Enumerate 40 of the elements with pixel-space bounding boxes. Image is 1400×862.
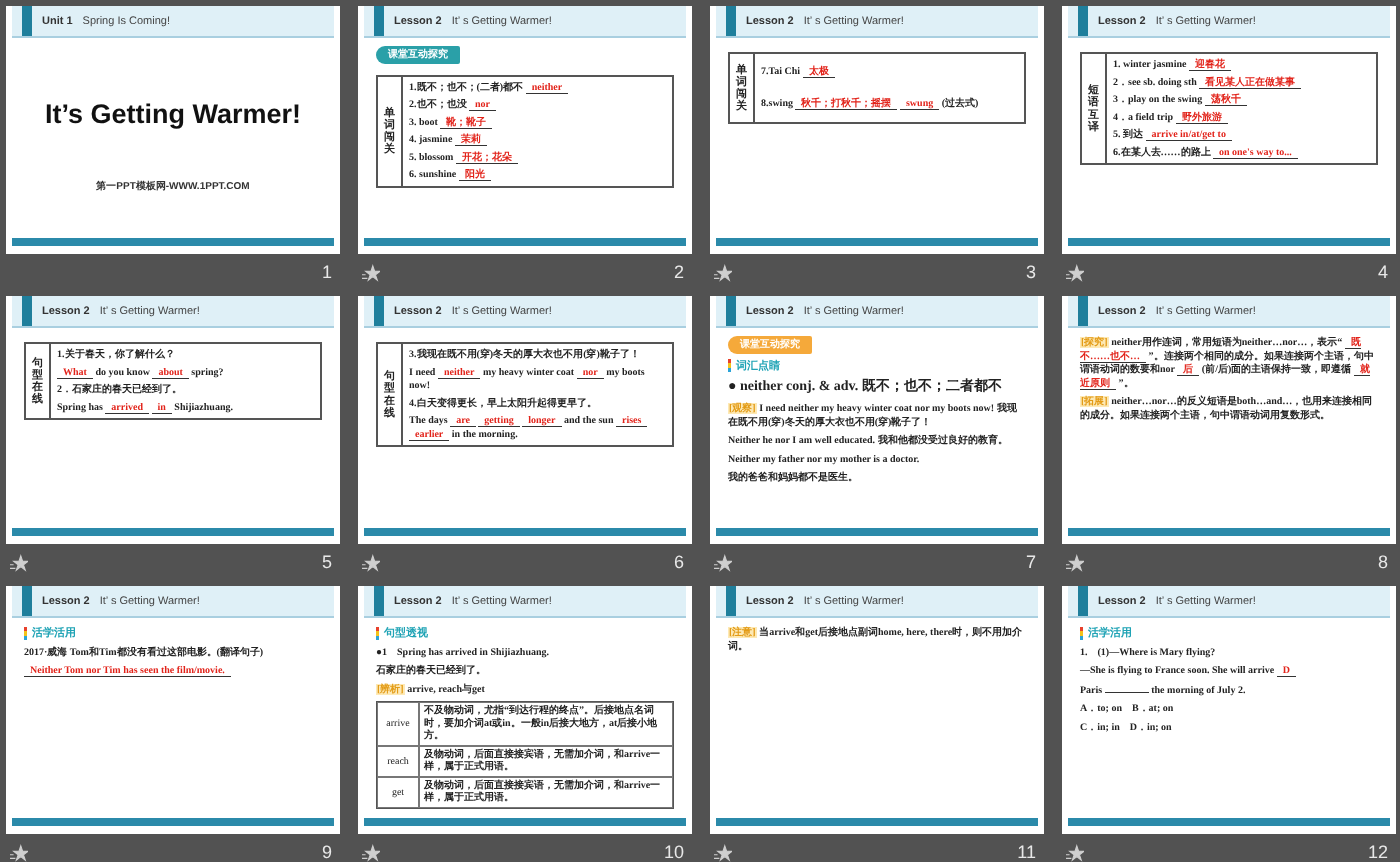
star-icon[interactable] [714, 553, 732, 571]
star-icon[interactable] [1066, 843, 1084, 861]
accent-bar [1078, 586, 1088, 616]
star-icon[interactable] [714, 263, 732, 281]
slide-number: 8 [1377, 552, 1388, 572]
slide-number: 3 [1025, 262, 1036, 282]
slide-number: 10 [663, 842, 684, 862]
star-icon[interactable] [362, 553, 380, 571]
accent-bar [374, 586, 384, 616]
slide-thumbnail[interactable] [1062, 296, 1396, 544]
slide-number: 6 [673, 552, 684, 572]
accent-bar [374, 6, 384, 36]
slide-title: It’s Getting Warmer! [45, 97, 301, 133]
slide-number: 9 [321, 842, 332, 862]
accent-bar [1078, 296, 1088, 326]
accent-bar [726, 586, 736, 616]
star-icon[interactable] [1066, 553, 1084, 571]
star-icon[interactable] [362, 843, 380, 861]
slide-number: 12 [1367, 842, 1388, 862]
slide-number: 11 [1017, 842, 1036, 862]
star-icon[interactable] [10, 843, 28, 861]
accent-bar [22, 6, 32, 36]
accent-bar [726, 6, 736, 36]
slide-thumbnail[interactable] [358, 296, 692, 544]
slide-number: 1 [321, 262, 332, 282]
slide-number: 5 [321, 552, 332, 572]
star-icon[interactable] [362, 263, 380, 281]
accent-bar [22, 586, 32, 616]
accent-bar [22, 296, 32, 326]
slide-number: 7 [1025, 552, 1036, 572]
accent-bar [726, 296, 736, 326]
slide-number: 2 [673, 262, 684, 282]
slide-thumbnail[interactable] [358, 586, 692, 834]
star-icon[interactable] [10, 553, 28, 571]
star-icon[interactable] [1066, 263, 1084, 281]
slide-number: 4 [1377, 262, 1388, 282]
slide-thumbnail[interactable] [710, 296, 1044, 544]
accent-bar [1078, 6, 1088, 36]
star-icon[interactable] [714, 843, 732, 861]
accent-bar [374, 296, 384, 326]
